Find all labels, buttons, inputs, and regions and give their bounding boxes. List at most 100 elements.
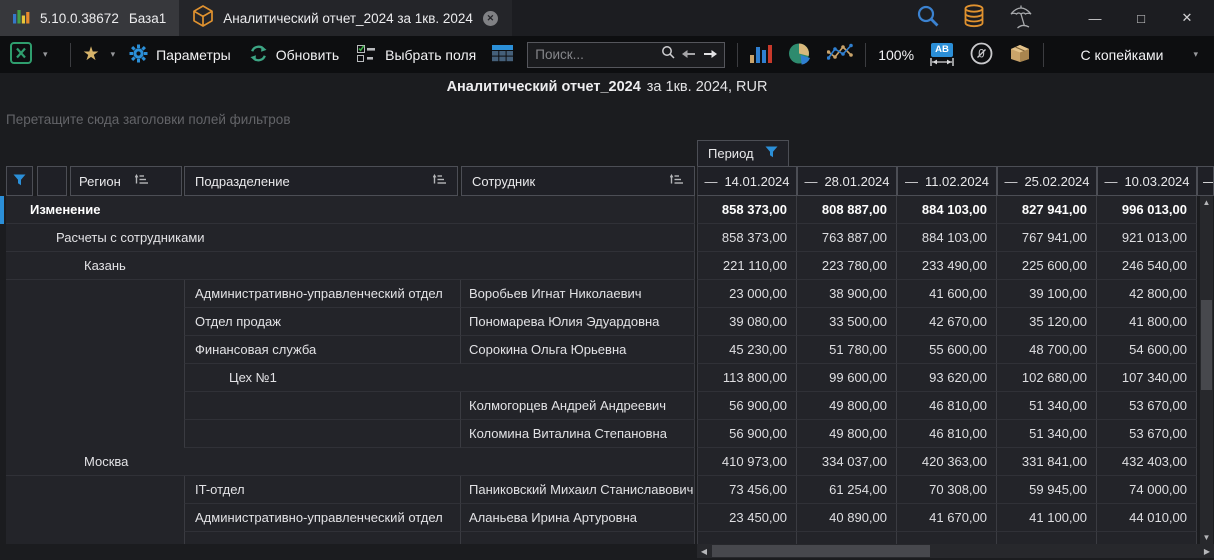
chevron-down-icon[interactable]: ▾ [43,49,48,60]
row-group-cell[interactable]: Казань [6,252,695,280]
value-cell[interactable]: 53 670,00 [1097,392,1197,420]
value-cell[interactable]: 51 340,00 [997,420,1097,448]
column-header[interactable]: —28.01.2024 [797,166,897,196]
value-cell[interactable]: 223 780,00 [797,252,897,280]
value-cell[interactable]: 61 254,00 [797,476,897,504]
tab-close-icon[interactable]: ✕ [483,11,498,26]
value-cell[interactable]: 246 540,00 [1097,252,1197,280]
department-cell[interactable] [184,420,461,448]
department-cell[interactable]: Финансовая служба [184,336,461,364]
horizontal-scroll-thumb[interactable] [712,545,930,557]
value-cell[interactable]: 46 810,00 [897,392,997,420]
value-cell[interactable]: 73 456,00 [697,476,797,504]
maximize-button[interactable]: □ [1118,0,1164,36]
value-cell[interactable]: 23 450,00 [697,504,797,532]
value-cell[interactable]: 49 800,00 [797,392,897,420]
value-cell[interactable]: 41 670,00 [897,504,997,532]
employee-cell[interactable]: Сорокина Ольга Юрьевна [461,336,695,364]
value-cell[interactable]: 113 800,00 [697,364,797,392]
collapse-icon[interactable]: — [704,174,717,189]
value-cell[interactable]: 44 010,00 [1097,504,1197,532]
value-cell[interactable]: 40 890,00 [797,504,897,532]
row-field-header-department[interactable]: Подразделение [184,166,458,196]
employee-cell[interactable]: Колмогорцев Андрей Андреевич [461,392,695,420]
value-cell[interactable]: 33 500,00 [797,308,897,336]
value-cell[interactable]: 41 600,00 [897,280,997,308]
column-width-button[interactable]: AB [930,43,954,66]
department-cell[interactable] [184,392,461,420]
pivot-grid-button[interactable] [492,45,513,65]
value-cell[interactable]: 767 941,00 [997,224,1097,252]
value-cell[interactable]: 420 363,00 [897,448,997,476]
collapse-icon[interactable]: — [1004,174,1017,189]
row-field-header-employee[interactable]: Сотрудник [461,166,695,196]
value-cell[interactable]: 808 887,00 [797,196,897,224]
value-cell[interactable]: 41 100,00 [997,504,1097,532]
sort-icon[interactable] [135,174,149,189]
value-cell[interactable]: 996 013,00 [1097,196,1197,224]
value-cell[interactable]: 49 800,00 [797,420,897,448]
value-cell[interactable]: 46 810,00 [897,420,997,448]
sort-icon[interactable] [433,174,447,189]
filter-icon[interactable] [765,146,778,161]
value-cell[interactable]: 225 600,00 [997,252,1097,280]
value-cell[interactable]: 56 900,00 [697,420,797,448]
value-cell[interactable]: 827 941,00 [997,196,1097,224]
value-cell[interactable]: 59 945,00 [997,476,1097,504]
zoom-level-button[interactable]: 100% [878,47,914,63]
value-cell[interactable]: 70 308,00 [897,476,997,504]
value-cell[interactable]: 55 600,00 [897,336,997,364]
value-cell[interactable]: 42 800,00 [1097,280,1197,308]
department-cell[interactable]: Административно-управленческий отдел [184,280,461,308]
chevron-down-icon[interactable]: ▾ [1193,49,1198,60]
value-cell[interactable]: 48 700,00 [997,336,1097,364]
value-cell[interactable]: 35 120,00 [997,308,1097,336]
hide-zeros-button[interactable]: 0 [970,42,993,68]
value-cell[interactable]: 54 600,00 [1097,336,1197,364]
value-cell[interactable]: 221 110,00 [697,252,797,280]
collapse-icon[interactable]: — [804,174,817,189]
search-input[interactable] [535,47,654,62]
value-cell[interactable]: 23 000,00 [697,280,797,308]
value-cell[interactable]: 921 013,00 [1097,224,1197,252]
search-prev-icon[interactable] [682,46,696,64]
value-cell[interactable]: 74 000,00 [1097,476,1197,504]
employee-cell[interactable]: Пономарева Юлия Эдуардовна [461,308,695,336]
value-cell[interactable]: 884 103,00 [897,224,997,252]
column-field-header[interactable]: Период [697,140,789,167]
bar-chart-button[interactable] [750,43,772,66]
row-group-cell[interactable]: Расчеты с сотрудниками [6,224,695,252]
value-cell[interactable]: 99 600,00 [797,364,897,392]
row-group-cell[interactable]: Москва [6,448,695,476]
department-cell[interactable]: Административно-управленческий отдел [184,504,461,532]
value-cell[interactable]: 56 900,00 [697,392,797,420]
row-expand-header[interactable] [37,166,67,196]
value-cell[interactable]: 334 037,00 [797,448,897,476]
value-cell[interactable]: 51 780,00 [797,336,897,364]
search-next-icon[interactable] [703,46,717,64]
department-cell[interactable]: Отдел продаж [184,308,461,336]
refresh-button[interactable]: Обновить [249,44,339,66]
value-cell[interactable]: 884 103,00 [897,196,997,224]
column-header[interactable]: —11.02.2024 [897,166,997,196]
magnifier-icon[interactable] [661,45,675,64]
select-fields-button[interactable]: Выбрать поля [357,45,476,65]
value-cell[interactable]: 763 887,00 [797,224,897,252]
value-cell[interactable]: 858 373,00 [697,224,797,252]
value-cell[interactable]: 53 670,00 [1097,420,1197,448]
column-header[interactable]: —14.01.2024 [697,166,797,196]
database-icon[interactable] [963,4,985,33]
employee-cell[interactable]: Аланьева Ирина Артуровна [461,504,695,532]
vertical-scroll-thumb[interactable] [1201,300,1212,390]
line-chart-button[interactable] [827,43,853,66]
column-header-partial[interactable]: — [1197,166,1214,196]
column-header[interactable]: —25.02.2024 [997,166,1097,196]
row-filter-header[interactable] [6,166,33,196]
employee-cell[interactable]: Воробьев Игнат Николаевич [461,280,695,308]
kopecks-dropdown[interactable]: С копейками ▾ [1081,47,1198,63]
employee-cell[interactable]: Коломина Виталина Степановна [461,420,695,448]
search-icon[interactable] [916,4,940,33]
value-cell[interactable]: 42 670,00 [897,308,997,336]
department-cell[interactable]: IT-отдел [184,476,461,504]
scroll-left-icon[interactable]: ◀ [697,544,711,558]
